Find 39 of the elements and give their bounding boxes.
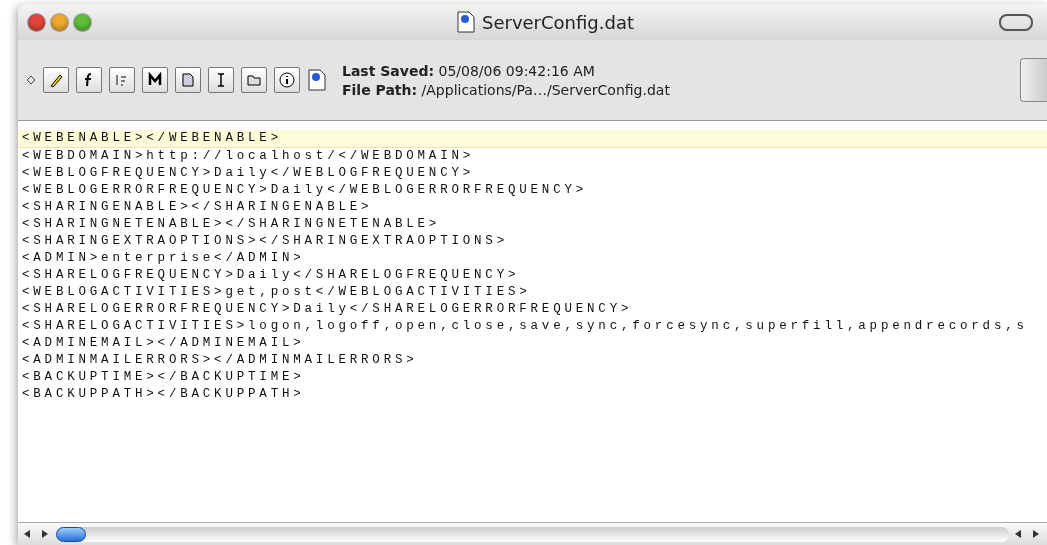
diamond-icon <box>26 75 36 85</box>
code-line: <SHARINGENABLE></SHARINGENABLE> <box>21 199 374 216</box>
info-button[interactable] <box>274 67 300 93</box>
code-line: <BACKUPTIME></BACKUPTIME> <box>21 369 306 386</box>
code-line: <SHARELOGACTIVITIES>logon,logoff,open,close,save,sync,forcesync,superfill,appendrecords,s <box>21 318 1029 335</box>
code-line: <SHARELOGFREQUENCY>Daily</SHARELOGFREQUENCY> <box>21 267 521 284</box>
sort-button[interactable] <box>109 67 135 93</box>
code-line: <WEBLOGFREQUENCY>Daily</WEBLOGFREQUENCY> <box>21 165 476 182</box>
code-line: <SHARELOGERRORFREQUENCY>Daily</SHARELOGERRORFREQUENCY> <box>21 301 634 318</box>
side-tab[interactable] <box>1020 58 1047 102</box>
code-line: <BACKUPPATH></BACKUPPATH> <box>21 386 306 403</box>
zoom-button[interactable] <box>74 13 91 31</box>
info-line: Last Saved: 05/08/06 09:42:16 AM <box>342 62 596 79</box>
info-icon <box>279 72 295 88</box>
close-button[interactable] <box>28 13 45 31</box>
code-line: <SHARINGEXTRAOPTIONS></SHARINGEXTRAOPTIONS> <box>21 233 509 250</box>
document-icon <box>456 11 476 33</box>
pencil-button[interactable] <box>43 67 69 93</box>
folder-icon <box>246 72 262 88</box>
scroll-thumb[interactable] <box>56 526 86 542</box>
code-line: <WEBLOGACTIVITIES>get,post</WEBLOGACTIVITIES> <box>21 284 532 301</box>
minimize-button[interactable] <box>51 13 68 31</box>
code-line: <WEBLOGERRORFREQUENCY>Daily</WEBLOGERRORFREQUENCY> <box>21 182 589 199</box>
code-line: <SHARINGNETENABLE></SHARINGNETENABLE> <box>21 216 442 233</box>
pencil-icon <box>48 72 64 88</box>
document-icon <box>180 72 196 88</box>
text-cursor-button[interactable] <box>208 67 234 93</box>
function-button[interactable] <box>76 67 102 93</box>
code-line: <ADMINEMAIL></ADMINEMAIL> <box>21 335 306 352</box>
code-line: <ADMIN>enterprise</ADMIN> <box>21 250 306 267</box>
window-title: ServerConfig.dat <box>482 11 634 33</box>
folder-button[interactable] <box>241 67 267 93</box>
scroll-track[interactable] <box>56 526 1009 542</box>
code-line: <ADMINMAILERRORS></ADMINMAILERRORS> <box>21 352 419 369</box>
document-icon <box>307 69 327 91</box>
info-line: File Path: /Applications/Pa…/ServerConfig.dat <box>342 81 671 98</box>
code-line: <WEBDOMAIN>http://localhost/</WEBDOMAIN> <box>21 148 476 165</box>
document-button[interactable] <box>175 67 201 93</box>
toolbar-toggle-button[interactable] <box>999 13 1033 31</box>
